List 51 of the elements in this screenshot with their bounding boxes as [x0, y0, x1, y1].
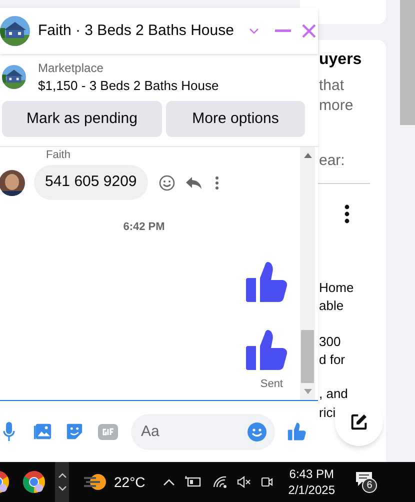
- chevron-down-icon[interactable]: [248, 27, 260, 35]
- battery-icon[interactable]: [185, 476, 202, 488]
- text-fragment: more: [319, 98, 354, 113]
- clock-time[interactable]: 6:43 PM: [289, 466, 334, 482]
- camera-icon[interactable]: [261, 475, 274, 489]
- scroll-up-icon[interactable]: [304, 153, 312, 158]
- microphone-icon[interactable]: [3, 422, 15, 442]
- wifi-icon[interactable]: [213, 476, 228, 488]
- sticker-icon[interactable]: [65, 422, 84, 441]
- text-fragment: rici: [319, 406, 336, 419]
- temperature[interactable]: 22°C: [114, 472, 146, 492]
- message-input[interactable]: Aa: [131, 414, 275, 450]
- clock-date[interactable]: 2/1/2025: [288, 482, 335, 498]
- weather-icon[interactable]: [84, 472, 106, 492]
- chat-title[interactable]: Faith · 3 Beds 2 Baths House: [38, 20, 234, 42]
- message-bubble: 541 605 9209: [34, 165, 148, 200]
- text-fragment: ear:: [319, 153, 345, 168]
- speaker-muted-icon[interactable]: [237, 476, 252, 488]
- text-fragment: , and: [319, 387, 348, 400]
- reply-icon[interactable]: [186, 176, 202, 190]
- action-button[interactable]: More options: [166, 101, 305, 137]
- chevron-up-icon[interactable]: [163, 478, 176, 486]
- minimize-icon[interactable]: [274, 29, 291, 33]
- thumbs-up-icon[interactable]: [287, 421, 308, 442]
- action-button[interactable]: Mark as pending: [2, 101, 162, 137]
- chevron-down-icon: [58, 486, 66, 491]
- scrollbar-thumb[interactable]: [301, 330, 314, 383]
- notification-count: 6: [362, 478, 377, 493]
- text-fragment: 300: [319, 335, 341, 348]
- listing-summary[interactable]: $1,150 - 3 Beds 2 Baths House: [38, 76, 219, 94]
- text-fragment: that: [319, 78, 344, 93]
- emoji-icon[interactable]: [247, 422, 267, 442]
- listing-avatar: [0, 16, 30, 46]
- text-fragment: uyers: [319, 52, 362, 68]
- sender-name: Faith: [46, 148, 72, 162]
- chevron-up-icon: [58, 473, 66, 478]
- text-fragment: able: [319, 299, 344, 312]
- overflow-button[interactable]: [55, 462, 69, 502]
- browser-icon[interactable]: [22, 470, 46, 494]
- listing-thumbnail: [2, 65, 26, 89]
- close-icon[interactable]: [300, 23, 317, 39]
- message-status: Sent: [260, 378, 283, 390]
- emoji-react-icon[interactable]: [158, 174, 175, 190]
- text-fragment: Home: [319, 281, 354, 294]
- contact-avatar: [0, 170, 25, 196]
- listing-source: Marketplace: [38, 60, 104, 76]
- timestamp: 6:42 PM: [123, 220, 165, 235]
- photo-icon[interactable]: [33, 422, 52, 441]
- compose-icon: [349, 412, 369, 432]
- more-icon[interactable]: [344, 204, 350, 224]
- text-fragment: d for: [319, 353, 346, 366]
